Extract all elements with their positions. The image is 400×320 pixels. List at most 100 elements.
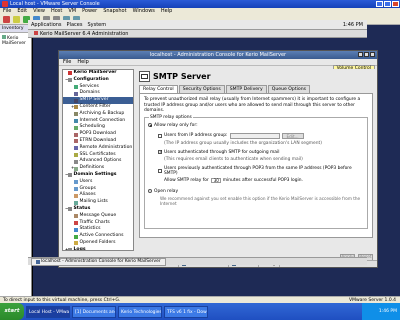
tree-node-icon xyxy=(74,146,78,151)
tree-node[interactable]: Mailing Lists xyxy=(63,199,133,206)
guest-menu-system[interactable]: System xyxy=(87,22,106,28)
tree-node-label: Definitions xyxy=(79,165,105,171)
taskbar-item-documents[interactable]: [1] Documents and Se... xyxy=(72,305,116,318)
tree-node[interactable]: + Logs xyxy=(63,247,133,250)
tree-node-icon xyxy=(74,241,78,246)
suspend-icon[interactable] xyxy=(13,16,20,23)
smtp-server-icon xyxy=(139,70,150,82)
guest-bottom-task[interactable]: localhost - Administration Console for K… xyxy=(31,257,166,266)
tree-node-label: Active Connections xyxy=(79,233,124,239)
guest-menu-applications[interactable]: Applications xyxy=(31,22,62,28)
tree-node-icon xyxy=(74,200,78,205)
guest-top-panel: Applications Places System 1:46 PM xyxy=(28,20,367,30)
taskbar-item-download[interactable]: TFS v6 1 fix - Downlo... xyxy=(164,305,208,318)
ip-group-note: (The IP address group usually includes t… xyxy=(164,140,322,146)
allow-relay-radio[interactable] xyxy=(148,123,152,127)
open-relay-row[interactable]: Open relay xyxy=(148,189,364,194)
tree-node-icon xyxy=(74,186,78,191)
kerio-task-icon xyxy=(34,31,38,35)
menu-vm[interactable]: VM xyxy=(68,8,76,15)
ip-group-select[interactable] xyxy=(229,132,280,139)
console-menu-help[interactable]: Help xyxy=(77,59,88,65)
pop3-before-smtp-checkbox[interactable] xyxy=(158,168,162,173)
tree-node[interactable]: Remote Administration xyxy=(63,145,133,152)
tree-node[interactable]: + Definitions xyxy=(63,165,133,172)
tree-node[interactable]: Active Connections xyxy=(63,233,133,240)
tree-node-icon xyxy=(74,105,78,110)
tree-node-label: ETRN Download xyxy=(79,137,117,143)
menu-file[interactable]: File xyxy=(3,8,11,15)
inventory-tab[interactable]: Inventory xyxy=(0,25,31,33)
maximize-button[interactable] xyxy=(384,1,391,7)
tree-node[interactable]: Archiving & Backup xyxy=(63,111,133,118)
guest-window-list[interactable]: Kerio MailServer 6.4 Administration xyxy=(28,30,367,38)
auth-row: ✓ Users authenticated through SMTP for o… xyxy=(158,150,364,155)
ip-group-checkbox[interactable] xyxy=(158,133,162,138)
tree-node-icon xyxy=(68,207,72,212)
smtp-auth-checkbox[interactable]: ✓ xyxy=(158,150,163,155)
console-task-icon xyxy=(36,259,40,264)
menu-snapshot[interactable]: Snapshot xyxy=(103,8,126,15)
tree-node[interactable]: Message Queue xyxy=(63,213,133,220)
taskbar-item-vmware[interactable]: Local Host - VMware... xyxy=(26,305,70,318)
tree-node-label: Kerio MailServer xyxy=(73,70,117,75)
tree-node[interactable]: POP3 Download xyxy=(63,131,133,138)
start-button[interactable]: start xyxy=(0,303,24,320)
tree-node[interactable]: SMTP Server xyxy=(63,97,133,104)
tab-relay-control[interactable]: Relay Control xyxy=(139,85,178,93)
tree-node[interactable]: + Content Filter xyxy=(63,104,133,111)
tree-node[interactable]: Groups xyxy=(63,186,133,193)
tab-queue-options[interactable]: Queue Options xyxy=(267,85,311,93)
menu-view[interactable]: View xyxy=(33,8,45,15)
tree-node[interactable]: ETRN Download xyxy=(63,138,133,145)
system-tray-clock: 1:46 PM xyxy=(362,303,400,320)
tree-node-label: Mailing Lists xyxy=(79,199,108,205)
minimize-button[interactable] xyxy=(376,1,383,7)
tree-node-label: Remote Administration xyxy=(79,144,133,150)
menu-host[interactable]: Host xyxy=(51,8,62,15)
power-off-icon[interactable] xyxy=(3,16,10,23)
menu-power[interactable]: Power xyxy=(82,8,97,15)
menu-edit[interactable]: Edit xyxy=(17,8,27,15)
console-menu-file[interactable]: File xyxy=(63,59,71,65)
open-relay-label: Open relay xyxy=(154,188,179,194)
menu-help[interactable]: Help xyxy=(161,8,172,15)
open-relay-radio[interactable] xyxy=(148,189,152,193)
vm-icon xyxy=(2,35,6,39)
tree-node[interactable]: Users xyxy=(63,179,133,186)
tab-smtp-delivery[interactable]: SMTP Delivery xyxy=(225,85,267,93)
tree-node-label: Users xyxy=(79,178,93,184)
minutes-spinner[interactable]: 30 xyxy=(210,177,221,183)
console-titlebar: localhost - Administration Console for K… xyxy=(59,51,377,59)
tree-node[interactable]: − Status xyxy=(63,206,133,213)
guest-clock: 1:46 PM xyxy=(342,22,363,28)
vmware-inventory: Inventory Kerio MailServer xyxy=(0,25,32,296)
tree-node[interactable]: − Domain Settings xyxy=(63,172,133,179)
tree-node-icon xyxy=(74,180,78,185)
tree-node[interactable]: − Configuration xyxy=(63,77,133,84)
tree-node-icon xyxy=(74,91,78,96)
relay-control-panel: To prevent unauthorized mail relay (usua… xyxy=(139,93,373,238)
console-maximize-button[interactable] xyxy=(364,52,369,57)
tree-node[interactable]: Kerio MailServer xyxy=(63,70,133,77)
tree-node-label: Message Queue xyxy=(79,212,117,218)
tree-node[interactable]: Opened Folders xyxy=(63,240,133,247)
edit-button[interactable]: Edit... xyxy=(281,132,304,139)
pop3-minutes-row: Allow SMTP relay for 30 minutes after su… xyxy=(164,177,364,183)
console-menubar: File Help xyxy=(59,59,377,66)
taskbar-item-kerio[interactable]: Kerio Technologies In... xyxy=(118,305,162,318)
tree-node-icon xyxy=(74,132,78,137)
tree-node-icon xyxy=(68,78,72,83)
console-title: localhost - Administration Console for K… xyxy=(149,52,287,58)
menu-windows[interactable]: Windows xyxy=(133,8,155,15)
allow-relay-row[interactable]: Allow relay only for: xyxy=(148,123,364,128)
tab-security-options[interactable]: Security Options xyxy=(178,85,225,93)
console-close-button[interactable] xyxy=(370,52,375,57)
tree-node-label: SMTP Server xyxy=(79,97,109,103)
inventory-item-vm[interactable]: Kerio MailServer xyxy=(0,33,31,48)
guest-menu-places[interactable]: Places xyxy=(67,22,83,28)
close-button[interactable] xyxy=(392,1,399,7)
console-minimize-button[interactable] xyxy=(358,52,363,57)
section-header: SMTP Server xyxy=(137,69,375,83)
relay-description: To prevent unauthorized mail relay (usua… xyxy=(144,97,361,113)
